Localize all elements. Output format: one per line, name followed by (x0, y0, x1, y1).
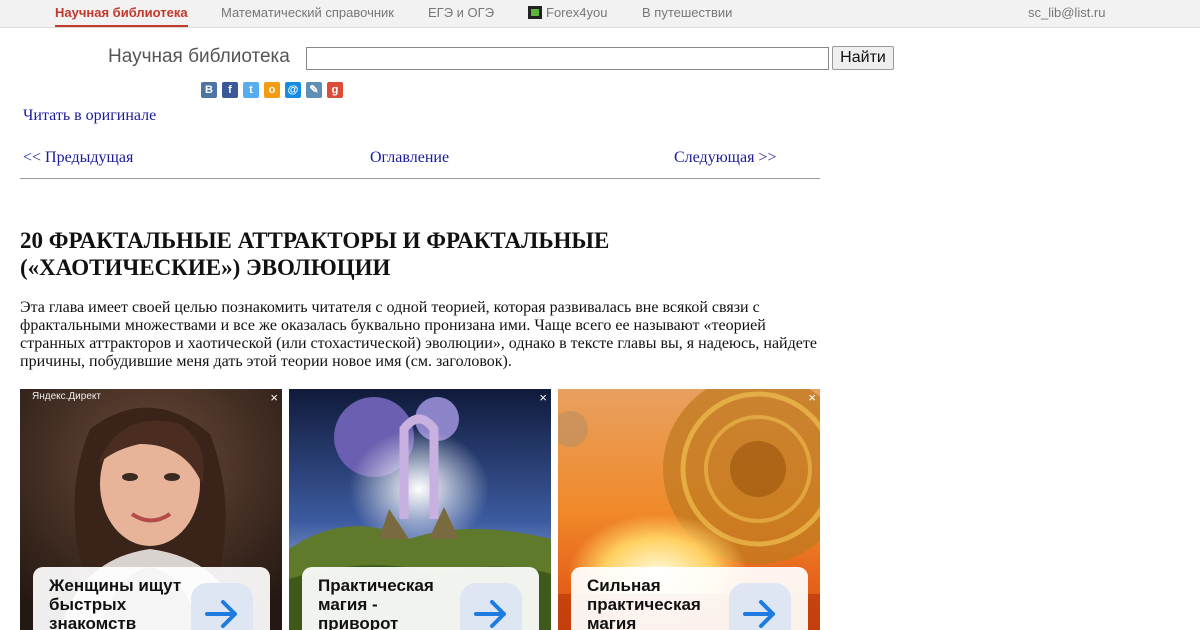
search-label: Научная библиотека (108, 46, 290, 67)
arrow-right-icon[interactable] (191, 583, 253, 630)
nav-item-science-library[interactable]: Научная библиотека (55, 5, 188, 27)
ad-tile-2[interactable]: × Практическая магия - приворот (289, 389, 551, 630)
nav-item-forex[interactable]: Forex4you (528, 5, 607, 20)
close-icon[interactable]: × (270, 390, 278, 405)
ad-text: Сильная практическая магия (587, 576, 701, 630)
mailru-icon[interactable]: @ (285, 82, 301, 98)
arrow-right-icon[interactable] (460, 583, 522, 630)
twitter-icon[interactable]: t (243, 82, 259, 98)
next-page-link[interactable]: Следующая >> (674, 149, 776, 167)
divider (20, 178, 820, 179)
close-icon[interactable]: × (808, 390, 816, 405)
ad-card[interactable]: Женщины ищут быстрых знакомств (33, 567, 270, 630)
top-navigation-bar: Научная библиотека Математический справо… (0, 0, 1200, 28)
user-email-link[interactable]: sc_lib@list.ru (1028, 5, 1106, 20)
vkontakte-icon[interactable]: В (201, 82, 217, 98)
ad-source-label: Яндекс.Директ (32, 391, 101, 402)
previous-page-link[interactable]: << Предыдущая (23, 149, 133, 167)
search-input[interactable] (306, 47, 829, 70)
nav-item-forex-label: Forex4you (546, 5, 608, 20)
close-icon[interactable]: × (539, 390, 547, 405)
forex-logo-icon (528, 6, 542, 19)
nav-item-math-reference[interactable]: Математический справочник (221, 5, 394, 20)
chapter-intro-paragraph: Эта глава имеет своей целью познакомить … (20, 299, 817, 370)
chapter-title: 20 ФРАКТАЛЬНЫЕ АТТРАКТОРЫ И ФРАКТАЛЬНЫЕ … (20, 228, 610, 280)
livejournal-icon[interactable]: ✎ (306, 82, 322, 98)
ad-tile-3[interactable]: × Сильная практическая магия (558, 389, 820, 630)
nav-item-exams[interactable]: ЕГЭ и ОГЭ (428, 5, 494, 20)
odnoklassniki-icon[interactable]: о (264, 82, 280, 98)
googleplus-icon[interactable]: g (327, 82, 343, 98)
arrow-right-icon[interactable] (729, 583, 791, 630)
search-button[interactable]: Найти (832, 46, 894, 70)
read-original-link[interactable]: Читать в оригинале (23, 107, 156, 125)
facebook-icon[interactable]: f (222, 82, 238, 98)
ad-text: Практическая магия - приворот (318, 576, 434, 630)
ad-tile-1[interactable]: Яндекс.Директ × Женщины ищут быстрых зна… (20, 389, 282, 630)
ad-text: Женщины ищут быстрых знакомств (49, 576, 182, 630)
ad-card[interactable]: Сильная практическая магия (571, 567, 808, 630)
nav-item-travel[interactable]: В путешествии (642, 5, 732, 20)
table-of-contents-link[interactable]: Оглавление (370, 149, 449, 167)
ad-card[interactable]: Практическая магия - приворот (302, 567, 539, 630)
